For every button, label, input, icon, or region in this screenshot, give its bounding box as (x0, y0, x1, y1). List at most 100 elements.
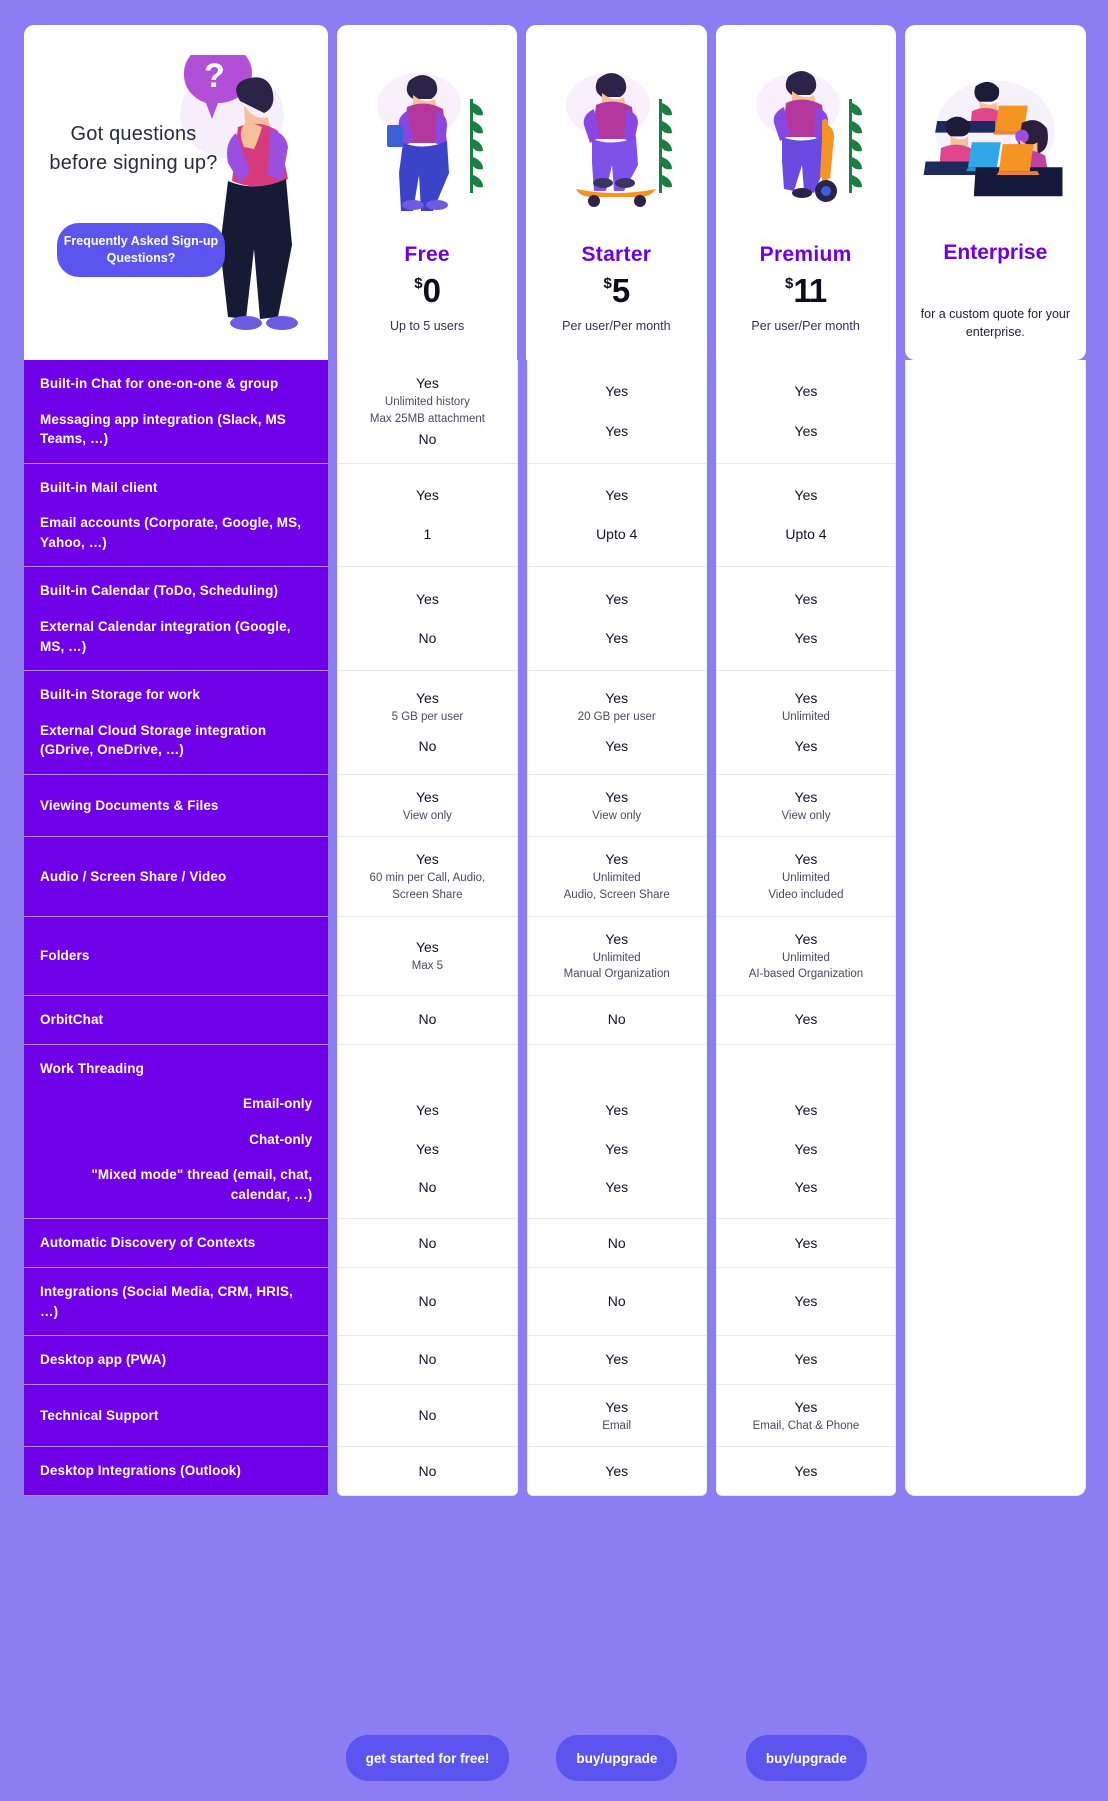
enterprise-value-cell (905, 774, 1087, 838)
value-slot: Yes (605, 1349, 628, 1370)
plan-card-premium: Premium $11 Per user/Per month (715, 25, 896, 360)
table-row: Desktop app (PWA) No Yes Yes (24, 1336, 1087, 1385)
value-text: Yes (794, 1102, 818, 1119)
feature-label-cell: Built-in Mail client Email accounts (Corp… (24, 463, 329, 568)
plan-value-cell: Yes Unlimited Yes (715, 671, 897, 775)
table-row: Audio / Screen Share / Video Yes 60 min pe… (24, 837, 1087, 917)
cta-button-premium[interactable]: buy/upgrade (745, 1735, 867, 1781)
value-text: Yes (605, 1462, 629, 1479)
value-text: Yes (794, 1462, 818, 1479)
plan-value-cell: No (526, 1268, 707, 1337)
feature-label: Built-in Storage for work (40, 687, 201, 703)
feature-label: Viewing Documents & Files (40, 797, 219, 813)
value-slot: Upto 4 (596, 524, 637, 545)
cta-button-starter[interactable]: buy/upgrade (556, 1735, 678, 1781)
feature-label: Built-in Chat for one-on-one & group (40, 376, 279, 391)
plan-value-cell: Yes (526, 1447, 707, 1496)
value-slot: Yes Unlimited (782, 688, 830, 726)
enterprise-value-cell (905, 1384, 1087, 1448)
plan-value-cell: Yes 60 min per Call, Audio, Screen Share (337, 837, 518, 917)
table-row: Integrations (Social Media, CRM, HRIS, …… (24, 1268, 1087, 1337)
feature-label-cell: Technical Support (24, 1384, 329, 1448)
value-text: Yes (605, 590, 629, 607)
feature-label-cell: Desktop app (PWA) (24, 1336, 329, 1385)
value-text: No (418, 1011, 437, 1028)
value-slot: Yes (795, 1100, 818, 1121)
value-slot: Yes Unlimited history Max 25MB attachment (370, 373, 485, 427)
value-text: Yes (794, 422, 818, 439)
value-text: Yes (415, 590, 439, 607)
value-slot: Yes (605, 628, 628, 649)
value-slot: Yes (795, 1139, 818, 1160)
value-slot: Yes 5 GB per user (392, 688, 464, 726)
value-slot: No (418, 1349, 436, 1370)
enterprise-value-cell (905, 1044, 1087, 1220)
value-slot: Yes (795, 485, 818, 506)
plan-value-cell: No (337, 1384, 518, 1448)
value-text: No (418, 629, 437, 646)
value-text: Yes (794, 737, 818, 754)
value-slot: Yes Max 5 (412, 937, 443, 975)
table-row: Built-in Calendar (ToDo, Scheduling) Exte… (24, 567, 1087, 672)
value-slot: Yes (605, 381, 628, 402)
person-on-skateboard-icon (566, 73, 673, 207)
faq-button[interactable]: Frequently Asked Sign-up Questions? (57, 223, 225, 277)
feature-label-cell: Integrations (Social Media, CRM, HRIS, …… (24, 1268, 329, 1337)
value-text: Yes (605, 383, 629, 400)
value-text: Yes (605, 1398, 629, 1415)
value-note: View only (592, 809, 642, 822)
plan-value-cell: Yes View only (715, 774, 897, 838)
value-slot: Yes (605, 1100, 628, 1121)
value-text: Yes (415, 851, 439, 868)
value-note: 20 GB per user (577, 711, 656, 724)
feature-label: Folders (40, 948, 90, 964)
value-slot: Yes View only (403, 787, 452, 825)
value-text: No (607, 1011, 626, 1028)
cta-spacer (24, 1735, 328, 1781)
plan-value-cell: No (337, 1447, 518, 1496)
value-text: 1 (423, 526, 432, 543)
plan-price-free: $0 (337, 272, 517, 310)
value-note: Video included (768, 889, 844, 902)
plan-subtitle-premium: Per user/Per month (751, 319, 860, 333)
feature-label: Built-in Mail client (40, 479, 158, 495)
table-row: Automatic Discovery of Contexts No No Yes (24, 1219, 1087, 1269)
value-text: Yes (605, 629, 629, 646)
plan-value-cell: No (337, 1268, 518, 1337)
value-text: Yes (415, 788, 439, 805)
person-thinking-question-mark-icon: ? (180, 55, 298, 330)
faq-panel: ? Got questions before signing up? Frequ… (24, 25, 328, 360)
plan-name-free: Free (404, 243, 450, 266)
value-slot: 1 (424, 524, 432, 545)
plan-value-cell: Yes (715, 996, 897, 1045)
feature-label: Work Threading (40, 1060, 144, 1076)
value-text: Yes (794, 629, 818, 646)
enterprise-value-cell (905, 567, 1087, 672)
plan-value-cell: Yes Yes (715, 567, 897, 672)
value-note: AI-based Organization (748, 968, 864, 981)
plan-subtitle-free: Up to 5 users (389, 319, 465, 333)
value-text: No (418, 430, 437, 447)
value-slot: Yes (416, 1100, 439, 1121)
feature-label-cell: Built-in Storage for work External Cloud … (24, 671, 329, 775)
value-text: Yes (415, 1140, 439, 1157)
plan-value-cell: Yes Yes Yes (715, 1044, 897, 1220)
value-text: Yes (605, 486, 629, 503)
svg-text:?: ? (204, 57, 225, 95)
table-row: Desktop Integrations (Outlook) No Yes Yes (24, 1447, 1087, 1496)
plan-value-cell: Yes 5 GB per user No (337, 671, 518, 775)
cta-button-free[interactable]: get started for free! (345, 1735, 510, 1781)
cta-column-starter: buy/upgrade (527, 1735, 707, 1781)
value-note: View only (781, 809, 831, 822)
value-slot: Yes (416, 485, 439, 506)
value-slot: Yes (416, 589, 439, 610)
currency-symbol: $ (414, 275, 423, 292)
plan-value-cell: Yes Yes Yes (526, 1044, 707, 1220)
value-slot: No (418, 1177, 436, 1198)
value-text: Yes (415, 939, 439, 956)
plan-value-cell: Yes (715, 1336, 897, 1385)
price-amount: 11 (793, 272, 827, 309)
plan-value-cell: Yes (715, 1268, 897, 1337)
value-note: Max 25MB attachment (369, 412, 485, 425)
enterprise-value-cell (905, 996, 1087, 1045)
